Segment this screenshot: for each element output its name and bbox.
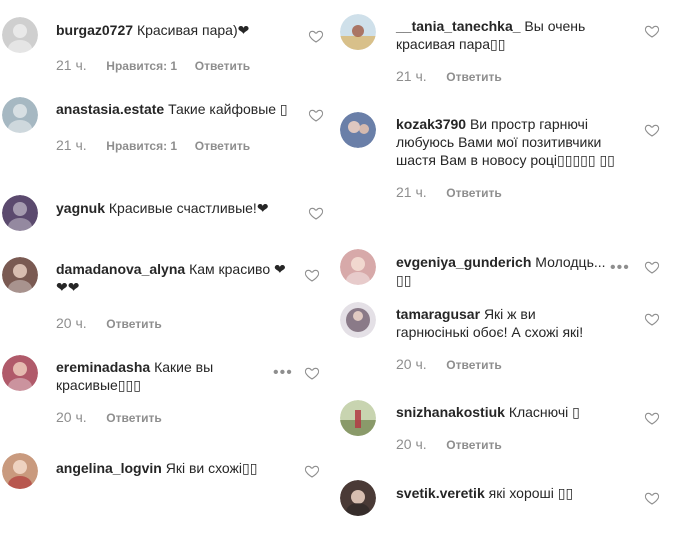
comment-body: angelina_logvin Які ви схожі▯▯ <box>56 459 286 477</box>
comment-meta: 21 ч. Нравится: 1 Ответить <box>56 56 286 73</box>
comment-username[interactable]: tamaragusar <box>396 306 480 322</box>
comment-username[interactable]: burgaz0727 <box>56 22 133 38</box>
heart-outline-icon[interactable] <box>644 259 660 275</box>
heart-outline-icon[interactable] <box>644 122 660 138</box>
comment-body: evgeniya_gunderich Молодць... ▯▯ <box>396 253 621 289</box>
comment-likes[interactable]: Нравится: 1 <box>106 59 177 73</box>
reply-button[interactable]: Ответить <box>446 186 501 200</box>
comment-item: svetik.veretik які хороші ▯▯ <box>338 480 677 516</box>
comment-time[interactable]: 21 ч. <box>396 184 427 200</box>
avatar[interactable] <box>340 249 376 285</box>
comment-body: damadanova_alyna Кам красиво ❤❤❤ 20 ч. О… <box>56 260 296 331</box>
heart-outline-icon[interactable] <box>304 267 320 283</box>
comment-item: damadanova_alyna Кам красиво ❤❤❤ 20 ч. О… <box>0 257 332 337</box>
comment-username[interactable]: angelina_logvin <box>56 460 162 476</box>
avatar[interactable] <box>2 257 38 293</box>
comment-text: Красивые счастливые!❤ <box>108 200 269 216</box>
comment-time[interactable]: 21 ч. <box>56 137 87 153</box>
comment-item: evgeniya_gunderich Молодць... ▯▯ ••• <box>338 249 677 293</box>
comment-time[interactable]: 20 ч. <box>56 409 87 425</box>
comment-body: yagnuk Красивые счастливые!❤ <box>56 199 286 217</box>
reply-button[interactable]: Ответить <box>446 358 501 372</box>
reply-button[interactable]: Ответить <box>446 70 501 84</box>
heart-outline-icon[interactable] <box>308 205 324 221</box>
comment-item: anastasia.estate Такие кайфовые ▯ 21 ч. … <box>0 97 332 169</box>
comment-meta: 20 ч. Ответить <box>56 408 236 425</box>
comment-username[interactable]: damadanova_alyna <box>56 261 185 277</box>
reply-button[interactable]: Ответить <box>446 438 501 452</box>
comment-text: Класнючі ▯ <box>508 404 580 420</box>
reply-button[interactable]: Ответить <box>195 59 250 73</box>
comment-meta: 20 ч. Ответить <box>56 314 296 331</box>
comment-meta: 21 ч. Нравится: 1 Ответить <box>56 136 296 153</box>
avatar[interactable] <box>340 302 376 338</box>
more-options-icon[interactable]: ••• <box>610 260 630 276</box>
comment-username[interactable]: yagnuk <box>56 200 105 216</box>
comment-item: tamaragusar Які ж ви гарнюсінькі обоє! А… <box>338 302 677 382</box>
heart-outline-icon[interactable] <box>304 365 320 381</box>
avatar[interactable] <box>340 400 376 436</box>
comment-item: ereminadasha Какие вы красивые▯▯▯ 20 ч. … <box>0 355 332 435</box>
comment-meta: 21 ч. Ответить <box>396 67 636 84</box>
comment-meta: 21 ч. Ответить <box>396 183 631 200</box>
heart-outline-icon[interactable] <box>308 28 324 44</box>
heart-outline-icon[interactable] <box>308 107 324 123</box>
comment-likes[interactable]: Нравится: 1 <box>106 139 177 153</box>
avatar[interactable] <box>2 453 38 489</box>
comment-time[interactable]: 20 ч. <box>56 315 87 331</box>
comment-item: snizhanakostiuk Класнючі ▯ 20 ч. Ответит… <box>338 399 677 463</box>
comment-username[interactable]: evgeniya_gunderich <box>396 254 531 270</box>
comment-username[interactable]: kozak3790 <box>396 116 466 132</box>
reply-button[interactable]: Ответить <box>106 317 161 331</box>
comment-body: snizhanakostiuk Класнючі ▯ 20 ч. Ответит… <box>396 403 636 452</box>
comment-body: ereminadasha Какие вы красивые▯▯▯ 20 ч. … <box>56 358 236 425</box>
comment-username[interactable]: anastasia.estate <box>56 101 164 117</box>
avatar[interactable] <box>2 17 38 53</box>
comment-username[interactable]: ereminadasha <box>56 359 150 375</box>
comment-body: kozak3790 Ви простр гарнючі любуюсь Вами… <box>396 115 631 200</box>
more-options-icon[interactable]: ••• <box>273 365 293 381</box>
heart-outline-icon[interactable] <box>304 463 320 479</box>
comment-body: burgaz0727 Красивая пара)❤ 21 ч. Нравитс… <box>56 21 286 73</box>
comment-text: Які ви схожі▯▯ <box>165 460 258 476</box>
reply-button[interactable]: Ответить <box>195 139 250 153</box>
comment-text: які хороші ▯▯ <box>488 485 574 501</box>
avatar[interactable] <box>340 14 376 50</box>
comment-item: burgaz0727 Красивая пара)❤ 21 ч. Нравитс… <box>0 16 332 76</box>
comment-text: Красивая пара)❤ <box>136 22 250 38</box>
comment-item: angelina_logvin Які ви схожі▯▯ <box>0 453 332 489</box>
comment-username[interactable]: svetik.veretik <box>396 485 485 501</box>
comment-body: anastasia.estate Такие кайфовые ▯ 21 ч. … <box>56 100 296 153</box>
comment-username[interactable]: __tania_tanechka_ <box>396 18 521 34</box>
reply-button[interactable]: Ответить <box>106 411 161 425</box>
comment-time[interactable]: 20 ч. <box>396 356 427 372</box>
heart-outline-icon[interactable] <box>644 311 660 327</box>
comment-text: Такие кайфовые ▯ <box>168 101 288 117</box>
comment-body: tamaragusar Які ж ви гарнюсінькі обоє! А… <box>396 305 611 372</box>
heart-outline-icon[interactable] <box>644 410 660 426</box>
avatar[interactable] <box>2 195 38 231</box>
comment-meta: 20 ч. Ответить <box>396 355 611 372</box>
avatar-bg <box>340 36 376 50</box>
comment-username[interactable]: snizhanakostiuk <box>396 404 505 420</box>
comment-time[interactable]: 21 ч. <box>396 68 427 84</box>
heart-outline-icon[interactable] <box>644 23 660 39</box>
avatar[interactable] <box>340 112 376 148</box>
comment-item: __tania_tanechka_ Вы очень красивая пара… <box>338 13 677 93</box>
comment-body: __tania_tanechka_ Вы очень красивая пара… <box>396 17 636 84</box>
avatar[interactable] <box>2 355 38 391</box>
comment-time[interactable]: 20 ч. <box>396 436 427 452</box>
avatar[interactable] <box>2 97 38 133</box>
heart-outline-icon[interactable] <box>644 490 660 506</box>
avatar[interactable] <box>340 480 376 516</box>
comment-time[interactable]: 21 ч. <box>56 57 87 73</box>
comment-body: svetik.veretik які хороші ▯▯ <box>396 484 636 502</box>
comment-item: yagnuk Красивые счастливые!❤ <box>0 195 332 235</box>
comment-item: kozak3790 Ви простр гарнючі любуюсь Вами… <box>338 112 677 227</box>
comment-meta: 20 ч. Ответить <box>396 435 636 452</box>
